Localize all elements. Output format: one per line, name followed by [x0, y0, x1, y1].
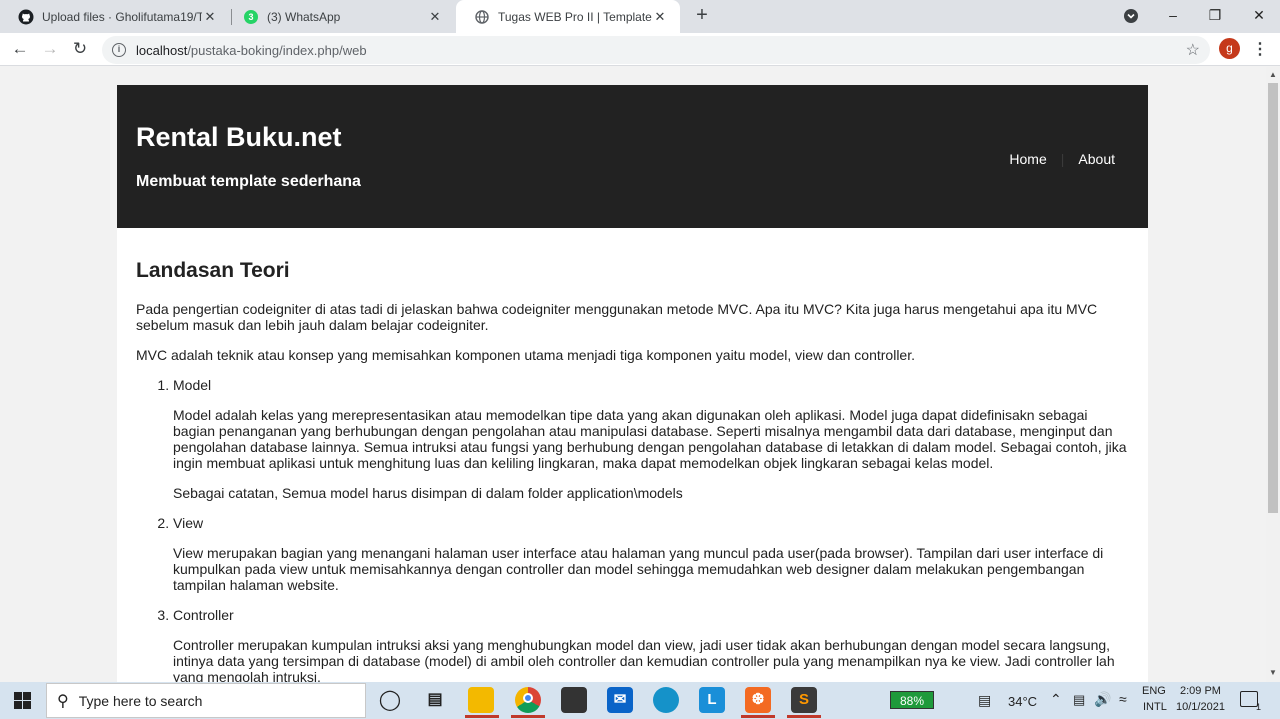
scroll-down-arrow-icon[interactable]: ▼: [1269, 668, 1277, 677]
nav-home-link[interactable]: Home: [1009, 151, 1046, 167]
url-host: localhost: [136, 42, 188, 58]
github-icon: [18, 9, 34, 25]
taskbar-search-placeholder: Type here to search: [78, 692, 203, 709]
l-app-icon[interactable]: L: [699, 687, 725, 713]
file-explorer-icon[interactable]: [468, 687, 494, 713]
tab-close-icon[interactable]: ✕: [427, 9, 443, 25]
tab-search-icon[interactable]: [1110, 0, 1152, 32]
tab-strip: Upload files · Gholifutama19/Tug ✕ 3 (3)…: [0, 0, 1280, 33]
site-header: Rental Buku.net Membuat template sederha…: [117, 85, 1148, 228]
active-app-indicator: [787, 715, 821, 718]
tab-close-icon[interactable]: ✕: [202, 9, 218, 25]
article-heading: Landasan Teori: [136, 259, 290, 282]
wifi-icon[interactable]: ≈: [1119, 691, 1127, 707]
list-item-text: Controller merupakan kumpulan intruksi a…: [173, 637, 1115, 682]
browser-toolbar: ← → ↻ i localhost/pustaka-boking/index.p…: [0, 33, 1280, 66]
edge-icon[interactable]: [653, 687, 679, 713]
tab-template[interactable]: Tugas WEB Pro II | Template ✕: [456, 0, 680, 33]
taskbar-search-box[interactable]: ⚲ Type here to search: [46, 683, 366, 718]
main-content: Landasan Teori Pada pengertian codeignit…: [117, 228, 1148, 682]
profile-avatar[interactable]: g: [1219, 38, 1240, 59]
active-app-indicator: [465, 715, 499, 718]
restore-icon[interactable]: ❐: [1194, 0, 1236, 32]
list-item-model: Model Model adalah kelas yang merepresen…: [173, 377, 1129, 501]
tab-close-icon[interactable]: ✕: [652, 9, 668, 25]
address-bar[interactable]: i localhost/pustaka-boking/index.php/web…: [102, 36, 1210, 64]
new-tab-button[interactable]: +: [690, 4, 714, 28]
tab-whatsapp[interactable]: 3 (3) WhatsApp ✕: [225, 0, 455, 33]
notification-count: 1: [1256, 702, 1262, 712]
active-app-indicator: [741, 715, 775, 718]
chevron-up-icon[interactable]: ⌃: [1050, 691, 1062, 708]
list-item-title: Model: [173, 377, 212, 393]
input-language[interactable]: ENG: [1142, 685, 1166, 697]
whatsapp-icon: 3: [243, 9, 259, 25]
search-icon: ⚲: [57, 692, 69, 710]
site-subtitle: Membuat template sederhana: [136, 173, 361, 190]
list-item-text: Sebagai catatan, Semua model harus disim…: [173, 485, 683, 501]
reload-icon[interactable]: ↻: [69, 39, 91, 61]
minimize-icon[interactable]: –: [1152, 0, 1194, 32]
url-path: /pustaka-boking/index.php/web: [187, 42, 367, 58]
site-nav: Home | About: [1009, 151, 1115, 167]
page-scrollbar[interactable]: ▲ ▼: [1266, 67, 1280, 682]
tab-title: Upload files · Gholifutama19/Tug: [42, 9, 202, 24]
cortana-icon[interactable]: ◯: [377, 687, 403, 713]
close-window-icon[interactable]: ✕: [1238, 0, 1280, 32]
mail-icon[interactable]: ✉: [607, 687, 633, 713]
store-icon[interactable]: [561, 687, 587, 713]
nav-separator: |: [1060, 151, 1065, 167]
nav-about-link[interactable]: About: [1078, 151, 1115, 167]
windows-start-icon[interactable]: [14, 692, 31, 709]
list-item-text: Model adalah kelas yang merepresentasika…: [173, 407, 1127, 471]
keyboard-layout[interactable]: INTL: [1143, 701, 1167, 713]
list-item-title: View: [173, 515, 204, 531]
battery-indicator[interactable]: 88%: [890, 691, 934, 709]
article-paragraph: MVC adalah teknik atau konsep yang memis…: [136, 347, 915, 363]
clock-time[interactable]: 2:09 PM: [1180, 685, 1221, 697]
active-app-indicator: [511, 715, 545, 718]
scrollbar-thumb[interactable]: [1268, 83, 1278, 513]
mvc-list: Model Model adalah kelas yang merepresen…: [173, 377, 1129, 682]
scroll-up-arrow-icon[interactable]: ▲: [1269, 70, 1277, 79]
list-item-text: View merupakan bagian yang menangani hal…: [173, 545, 1104, 593]
whatsapp-badge: 3: [244, 9, 258, 24]
list-item-title: Controller: [173, 607, 234, 623]
xampp-icon[interactable]: ❆: [745, 687, 771, 713]
article-paragraph: Pada pengertian codeigniter di atas tadi…: [136, 301, 1098, 333]
list-item-controller: Controller Controller merupakan kumpulan…: [173, 607, 1129, 682]
meet-now-icon[interactable]: ▤: [1073, 692, 1085, 708]
chrome-icon[interactable]: [515, 687, 541, 713]
task-view-icon[interactable]: ▤: [422, 687, 448, 713]
sublime-icon[interactable]: S: [791, 687, 817, 713]
site-title: Rental Buku.net: [136, 122, 342, 152]
windows-taskbar: ⚲ Type here to search ◯ ▤ ✉ L ❆ S 88% ▤ …: [0, 682, 1280, 719]
temperature[interactable]: 34°C: [1008, 694, 1037, 709]
browser-menu-icon[interactable]: ⋮: [1252, 39, 1268, 59]
weather-icon[interactable]: ▤: [978, 692, 991, 709]
page-viewport: Rental Buku.net Membuat template sederha…: [0, 67, 1266, 682]
back-arrow-icon[interactable]: ←: [9, 39, 31, 61]
volume-icon[interactable]: 🔊: [1094, 691, 1111, 708]
clock-date[interactable]: 10/1/2021: [1176, 701, 1225, 713]
list-item-view: View View merupakan bagian yang menangan…: [173, 515, 1129, 593]
tab-title: Tugas WEB Pro II | Template: [498, 9, 652, 24]
site-info-icon[interactable]: i: [112, 43, 126, 57]
forward-arrow-icon[interactable]: →: [39, 39, 61, 61]
tab-title: (3) WhatsApp: [267, 9, 341, 24]
globe-icon: [474, 9, 490, 25]
url-text: localhost/pustaka-boking/index.php/web: [136, 43, 367, 58]
bookmark-star-icon[interactable]: ☆: [1186, 40, 1200, 60]
tab-github[interactable]: Upload files · Gholifutama19/Tug ✕: [0, 0, 230, 33]
